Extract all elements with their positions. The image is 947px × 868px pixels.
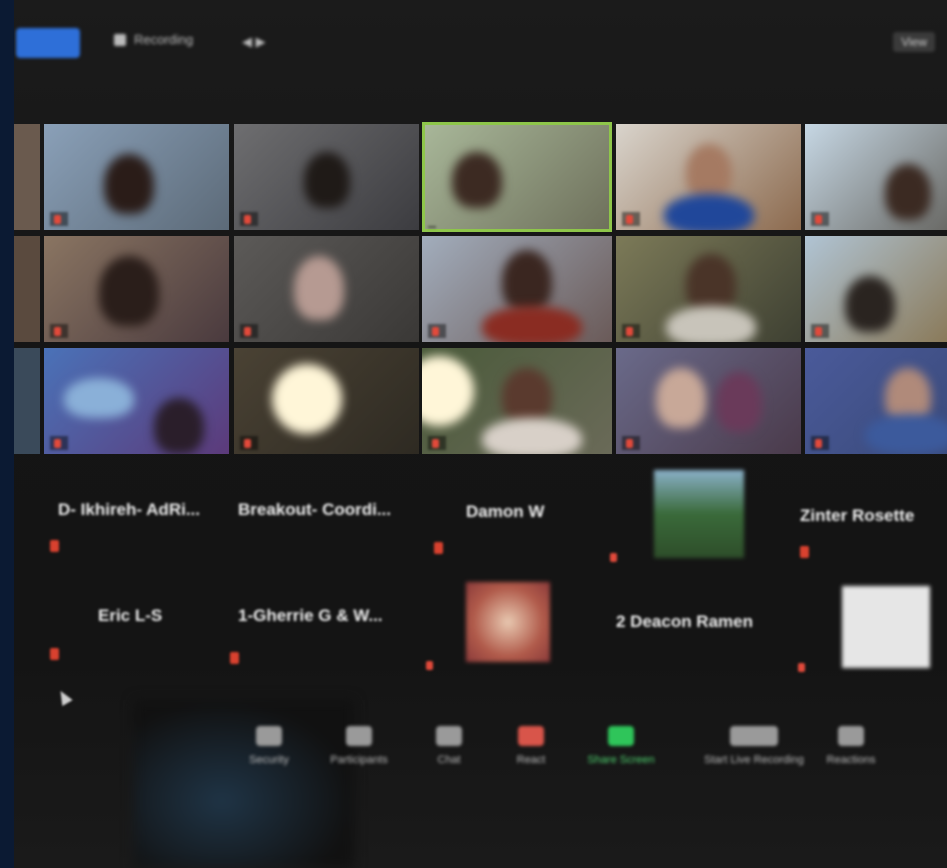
participant-name <box>50 436 68 450</box>
muted-mic-icon <box>54 326 61 336</box>
muted-mic-icon <box>432 326 439 336</box>
muted-mic-icon <box>815 326 822 336</box>
muted-mic-icon <box>815 214 822 224</box>
participant-name: Damon W <box>466 502 545 521</box>
participant-name <box>622 212 640 226</box>
share-screen-button[interactable]: Share Screen <box>586 722 656 766</box>
record-icon <box>730 726 778 746</box>
muted-mic-icon <box>244 438 251 448</box>
video-tile[interactable] <box>44 348 229 454</box>
participant-name-small <box>426 660 436 671</box>
muted-mic-icon <box>815 438 822 448</box>
participant-name <box>240 324 258 338</box>
video-call-screen: Recording ◀ ▶ View D- Ikhireh- AdRi... B… <box>14 0 947 868</box>
profile-picture-tile[interactable] <box>842 586 930 668</box>
video-tile[interactable] <box>234 348 419 454</box>
record-button[interactable] <box>16 28 80 58</box>
video-tile-small[interactable] <box>654 470 744 558</box>
participants-button[interactable]: Participants <box>324 722 394 766</box>
muted-mic-icon <box>798 662 805 672</box>
view-button[interactable]: View <box>893 32 935 52</box>
video-tile[interactable] <box>422 236 612 342</box>
participant-name-small <box>610 552 620 563</box>
video-tile[interactable] <box>14 348 40 454</box>
participant-name <box>811 436 829 450</box>
muted-mic-icon <box>50 648 59 660</box>
participant-name: Zinter Rosette <box>800 506 915 525</box>
video-tile[interactable] <box>234 236 419 342</box>
muted-mic-icon <box>626 326 633 336</box>
participant-name <box>50 212 68 226</box>
muted-mic-icon <box>54 214 61 224</box>
participant-name <box>428 436 446 450</box>
reactions-icon <box>838 726 864 746</box>
muted-mic-icon <box>626 438 633 448</box>
video-tile[interactable] <box>14 236 40 342</box>
participant-name <box>622 324 640 338</box>
participant-tile-no-video[interactable]: Damon W <box>434 462 632 562</box>
participant-tile-no-video[interactable]: D- Ikhireh- AdRi... <box>44 460 224 560</box>
video-tile-active-speaker[interactable] <box>422 122 612 232</box>
muted-mic-icon <box>54 438 61 448</box>
muted-mic-icon <box>626 214 633 224</box>
participant-name <box>811 324 829 338</box>
participant-tile-no-video[interactable]: Zinter Rosette <box>786 466 947 566</box>
muted-mic-icon <box>426 660 433 670</box>
participant-name <box>428 226 436 228</box>
profile-picture-tile[interactable] <box>466 582 550 662</box>
video-tile[interactable] <box>422 348 612 454</box>
muted-mic-icon <box>244 214 251 224</box>
muted-mic-icon <box>230 652 239 664</box>
participant-name-small <box>798 662 808 673</box>
recording-indicator[interactable]: Recording <box>114 32 193 47</box>
muted-mic-icon <box>244 326 251 336</box>
react-icon <box>518 726 544 746</box>
video-tile[interactable] <box>805 236 947 342</box>
video-tile[interactable] <box>616 236 801 342</box>
video-tile[interactable] <box>616 348 801 454</box>
video-tile[interactable] <box>14 124 40 230</box>
participant-name: 2 Deacon Ramen <box>616 612 753 631</box>
share-screen-icon <box>608 726 634 746</box>
participant-name <box>428 324 446 338</box>
participant-name <box>50 324 68 338</box>
chat-icon <box>436 726 462 746</box>
participant-name: 1-Gherrie G & W... <box>238 606 383 625</box>
participant-name: Eric L-S <box>98 606 163 625</box>
participant-name <box>240 436 258 450</box>
gallery-pager[interactable]: ◀ ▶ <box>242 34 266 50</box>
muted-mic-icon <box>610 552 617 562</box>
participant-tile-no-video[interactable]: Breakout- Coordi... <box>224 460 404 560</box>
recording-label: Recording <box>134 32 194 47</box>
reactions-button[interactable]: Reactions <box>816 722 886 766</box>
muted-mic-icon <box>800 546 809 558</box>
video-tile[interactable] <box>44 124 229 230</box>
participant-name <box>622 436 640 450</box>
participant-name <box>811 212 829 226</box>
muted-mic-icon <box>432 438 439 448</box>
participant-name <box>240 212 258 226</box>
muted-mic-icon <box>50 540 59 552</box>
participant-name: Breakout- Coordi... <box>238 500 392 519</box>
video-tile[interactable] <box>616 124 801 230</box>
video-tile[interactable] <box>805 124 947 230</box>
participant-tile-no-video[interactable]: 1-Gherrie G & W... <box>224 566 404 666</box>
participants-icon <box>346 726 372 746</box>
recording-icon <box>114 33 126 46</box>
video-tile[interactable] <box>44 236 229 342</box>
muted-mic-icon <box>434 542 443 554</box>
video-tile[interactable] <box>234 124 419 230</box>
meeting-toolbar: Security Participants Chat React Share S… <box>234 722 914 792</box>
start-live-recording-button[interactable]: Start Live Recording <box>704 722 804 766</box>
shield-icon <box>256 726 282 746</box>
security-button[interactable]: Security <box>234 722 304 766</box>
react-button[interactable]: React <box>496 722 566 766</box>
top-bar: Recording ◀ ▶ View <box>14 0 947 90</box>
participant-tile-no-video[interactable]: 2 Deacon Ramen <box>602 572 782 672</box>
chat-button[interactable]: Chat <box>414 722 484 766</box>
participant-name: D- Ikhireh- AdRi... <box>58 500 200 519</box>
mouse-pointer-icon <box>55 687 73 707</box>
video-tile[interactable] <box>805 348 947 454</box>
